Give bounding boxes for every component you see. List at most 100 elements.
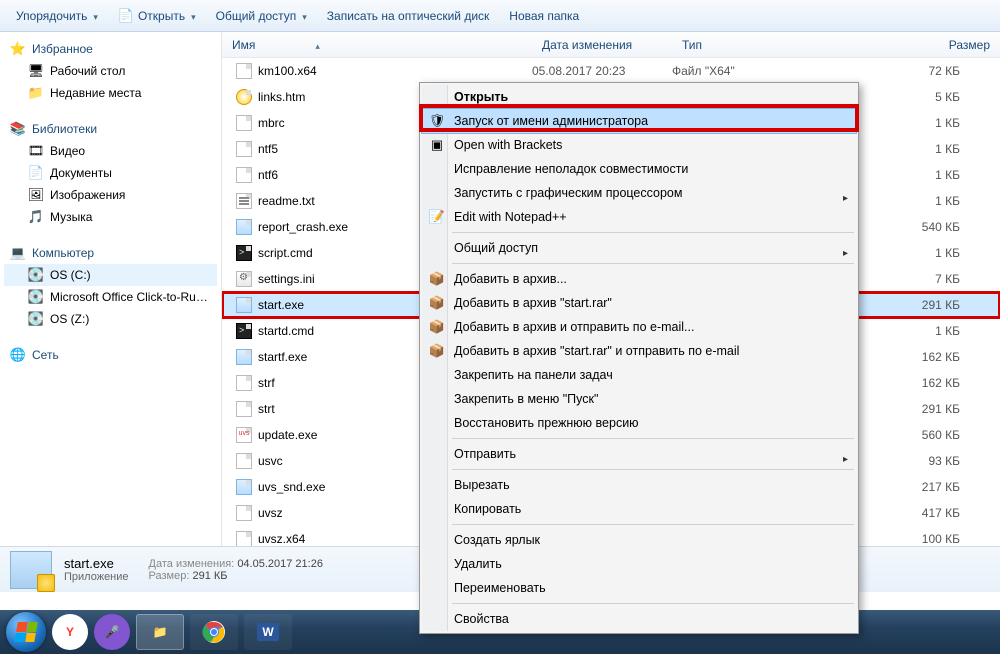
sidebar-item-pictures[interactable]: 🖼Изображения [4,184,217,206]
col-type[interactable]: Тип [672,38,802,52]
toolbar-new-folder[interactable]: Новая папка [501,5,587,27]
menu-item[interactable]: 📦 Добавить в архив и отправить по e-mail.… [422,315,856,339]
yandex-icon: Y [66,625,74,639]
details-type: Приложение [64,571,129,583]
windows-logo-icon [14,622,38,642]
menu-item-label: Свойства [454,612,509,626]
file-size: 72 КБ [802,64,1000,78]
sort-asc-icon: ▴ [315,41,320,51]
file-type: Файл "X64" [672,64,802,78]
file-icon [236,453,252,469]
menu-item[interactable]: 📝Edit with Notepad++ [422,205,856,229]
file-icon [236,167,252,183]
menu-item[interactable]: Удалить [422,552,856,576]
menu-item[interactable]: Общий доступ [422,236,856,260]
file-name: uvs_snd.exe [258,480,325,494]
documents-icon: 📄 [28,165,44,181]
menu-item[interactable]: 📦Добавить в архив "start.rar" [422,291,856,315]
menu-item[interactable]: Открыть [422,85,856,109]
menu-item-label: Добавить в архив "start.rar" и отправить… [454,344,739,358]
file-icon [236,427,252,443]
yandex-button[interactable]: Y [52,614,88,650]
taskbar-word[interactable]: W [244,614,292,650]
file-icon [236,297,252,313]
file-icon [236,115,252,131]
sidebar-item-video[interactable]: 🎞Видео [4,140,217,162]
menu-item[interactable]: ▣Open with Brackets [422,133,856,157]
menu-item-label: Добавить в архив "start.rar" [454,296,612,310]
sidebar-favorites[interactable]: ⭐Избранное [4,38,217,60]
menu-item[interactable]: Вырезать [422,473,856,497]
menu-item-label: Добавить в архив и отправить по e-mail..… [454,320,694,334]
menu-item-label: Отправить [454,447,516,461]
voice-button[interactable]: 🎤 [94,614,130,650]
file-name: startd.cmd [258,324,314,338]
toolbar-organize[interactable]: Упорядочить [8,5,106,27]
col-name[interactable]: Имя▴ [222,38,532,52]
file-icon [236,63,252,79]
sidebar-item-music[interactable]: 🎵Музыка [4,206,217,228]
file-name: km100.x64 [258,64,317,78]
word-icon: W [257,623,278,641]
toolbar-share[interactable]: Общий доступ [208,5,315,27]
sidebar-item-os-z[interactable]: 💽OS (Z:) [4,308,217,330]
menu-item[interactable]: Закрепить в меню "Пуск" [422,387,856,411]
menu-item[interactable]: Копировать [422,497,856,521]
toolbar-burn[interactable]: Записать на оптический диск [319,5,498,27]
file-name: report_crash.exe [258,220,348,234]
file-icon [236,323,252,339]
star-icon: ⭐ [10,41,26,57]
menu-item[interactable]: Переименовать [422,576,856,600]
sidebar-libraries[interactable]: 📚Библиотеки [4,118,217,140]
menu-item[interactable]: Отправить [422,442,856,466]
file-icon [236,271,252,287]
menu-item-label: Переименовать [454,581,546,595]
menu-item[interactable]: 📦Добавить в архив "start.rar" и отправит… [422,339,856,363]
details-size: Размер: 291 КБ [149,570,323,582]
file-icon [236,505,252,521]
nav-sidebar: ⭐Избранное 🖥Рабочий стол 📁Недавние места… [0,32,222,546]
menu-item-label: Открыть [454,90,508,104]
file-icon [236,349,252,365]
taskbar-explorer[interactable]: 📁 [136,614,184,650]
col-size[interactable]: Размер [802,38,1000,52]
menu-item[interactable]: Исправление неполадок совместимости [422,157,856,181]
recent-icon: 📁 [28,85,44,101]
menu-item[interactable]: Создать ярлык [422,528,856,552]
taskbar-chrome[interactable] [190,614,238,650]
context-menu: Открыть 🛡Запуск от имени администратора▣O… [419,82,859,634]
file-name: update.exe [258,428,317,442]
menu-item-label: Запуск от имени администратора [454,114,648,128]
sidebar-item-office[interactable]: 💽Microsoft Office Click-to-Run 2010 [4,286,217,308]
col-date[interactable]: Дата изменения [532,38,672,52]
sidebar-network[interactable]: 🌐Сеть [4,344,217,366]
file-icon [236,401,252,417]
start-button[interactable] [6,612,46,652]
sidebar-item-os-c[interactable]: 💽OS (C:) [4,264,217,286]
file-name: start.exe [258,298,304,312]
menu-separator [452,603,854,604]
menu-item[interactable]: 📦Добавить в архив... [422,267,856,291]
menu-item[interactable]: Свойства [422,607,856,631]
column-headers: Имя▴ Дата изменения Тип Размер [222,32,1000,58]
file-icon [236,531,252,546]
file-name: strf [258,376,275,390]
sidebar-item-documents[interactable]: 📄Документы [4,162,217,184]
menu-item[interactable]: Запустить с графическим процессором [422,181,856,205]
menu-separator [452,524,854,525]
menu-item-label: Запустить с графическим процессором [454,186,682,200]
menu-item-label: Удалить [454,557,502,571]
menu-item[interactable]: 🛡Запуск от имени администратора [422,109,856,133]
menu-item[interactable]: Восстановить прежнюю версию [422,411,856,435]
menu-item[interactable]: Закрепить на панели задач [422,363,856,387]
menu-item-label: Восстановить прежнюю версию [454,416,639,430]
sidebar-computer[interactable]: 💻Компьютер [4,242,217,264]
sidebar-item-desktop[interactable]: 🖥Рабочий стол [4,60,217,82]
file-row[interactable]: km100.x6405.08.2017 20:23Файл "X64"72 КБ [222,58,1000,84]
menu-item-label: Копировать [454,502,521,516]
menu-item-icon: 📦 [428,319,446,335]
mic-icon: 🎤 [105,625,120,639]
toolbar-open[interactable]: 📄Открыть [110,4,204,28]
sidebar-item-recent[interactable]: 📁Недавние места [4,82,217,104]
file-name: strt [258,402,275,416]
